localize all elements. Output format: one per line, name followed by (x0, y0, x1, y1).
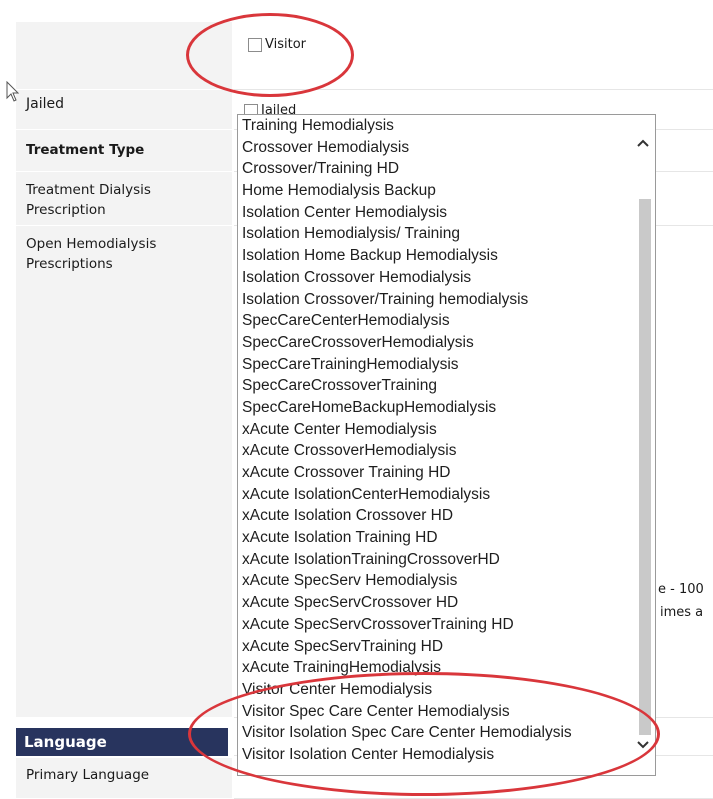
dropdown-option[interactable]: SpecCareCenterHemodialysis (242, 310, 630, 332)
open-hemodialysis-prescriptions-label: Open Hemodialysis Prescriptions (16, 226, 232, 718)
visitor-row: Visitor (0, 22, 713, 90)
dropdown-option[interactable]: SpecCareCrossoverTraining (242, 375, 630, 397)
dropdown-option[interactable]: Crossover/Training HD (242, 158, 630, 180)
dropdown-option[interactable]: Isolation Home Backup Hemodialysis (242, 245, 630, 267)
dropdown-option[interactable]: xAcute SpecServCrossoverTraining HD (242, 614, 630, 636)
dropdown-option[interactable]: Isolation Hemodialysis/ Training (242, 223, 630, 245)
dropdown-option[interactable]: xAcute Isolation Training HD (242, 527, 630, 549)
dropdown-scroll-thumb[interactable] (639, 199, 651, 735)
chevron-down-icon[interactable] (637, 739, 649, 753)
treatment-dialysis-prescription-label: Treatment Dialysis Prescription (16, 172, 232, 226)
visitor-checkbox[interactable] (248, 37, 262, 52)
dropdown-option[interactable]: xAcute SpecServTraining HD (242, 636, 630, 658)
dropdown-option[interactable]: Visitor Center Hemodialysis (242, 679, 630, 701)
dropdown-option[interactable]: Isolation Crossover Hemodialysis (242, 267, 630, 289)
dropdown-option[interactable]: xAcute Crossover Training HD (242, 462, 630, 484)
dropdown-option[interactable]: xAcute CrossoverHemodialysis (242, 440, 630, 462)
dropdown-option[interactable]: xAcute SpecServCrossover HD (242, 592, 630, 614)
cut-off-text-line2: imes a (660, 605, 704, 620)
primary-language-label: Primary Language (16, 758, 232, 799)
dropdown-option[interactable]: Home Hemodialysis Backup (242, 180, 630, 202)
visitor-checkbox-label: Visitor (265, 37, 306, 52)
visitor-label-cell (16, 22, 232, 90)
dropdown-option[interactable]: SpecCareHomeBackupHemodialysis (242, 397, 630, 419)
treatment-type-label: Treatment Type (16, 130, 232, 172)
jailed-label: Jailed (16, 90, 232, 130)
cut-off-text-line1: e - 100 (658, 582, 704, 597)
dropdown-options: Training Hemodialysis Crossover Hemodialy… (242, 115, 630, 766)
dropdown-option[interactable]: Isolation Crossover/Training hemodialysi… (242, 289, 630, 311)
chevron-up-icon[interactable] (637, 137, 649, 151)
dropdown-option[interactable]: xAcute SpecServ Hemodialysis (242, 570, 630, 592)
dropdown-option[interactable]: Visitor Spec Care Center Hemodialysis (242, 701, 630, 723)
treatment-type-dropdown-list[interactable]: Training Hemodialysis Crossover Hemodialy… (237, 114, 656, 776)
dropdown-option[interactable]: Training Hemodialysis (242, 115, 630, 137)
dropdown-option[interactable]: xAcute Isolation Crossover HD (242, 505, 630, 527)
dropdown-option[interactable]: xAcute TrainingHemodialysis (242, 657, 630, 679)
dropdown-option[interactable]: SpecCareTrainingHemodialysis (242, 354, 630, 376)
mouse-pointer-icon (6, 80, 20, 103)
dropdown-option[interactable]: Isolation Center Hemodialysis (242, 202, 630, 224)
dropdown-option[interactable]: Visitor Isolation Center Hemodialysis (242, 744, 630, 766)
dropdown-option[interactable]: xAcute IsolationTrainingCrossoverHD (242, 549, 630, 571)
dropdown-option[interactable]: Crossover Hemodialysis (242, 137, 630, 159)
visitor-value-cell: Visitor (234, 22, 713, 90)
dropdown-option[interactable]: Visitor Isolation Spec Care Center Hemod… (242, 722, 630, 744)
dropdown-option[interactable]: xAcute IsolationCenterHemodialysis (242, 484, 630, 506)
dropdown-scrollbar[interactable] (631, 115, 655, 775)
dropdown-option[interactable]: SpecCareCrossoverHemodialysis (242, 332, 630, 354)
dropdown-option[interactable]: xAcute Center Hemodialysis (242, 419, 630, 441)
